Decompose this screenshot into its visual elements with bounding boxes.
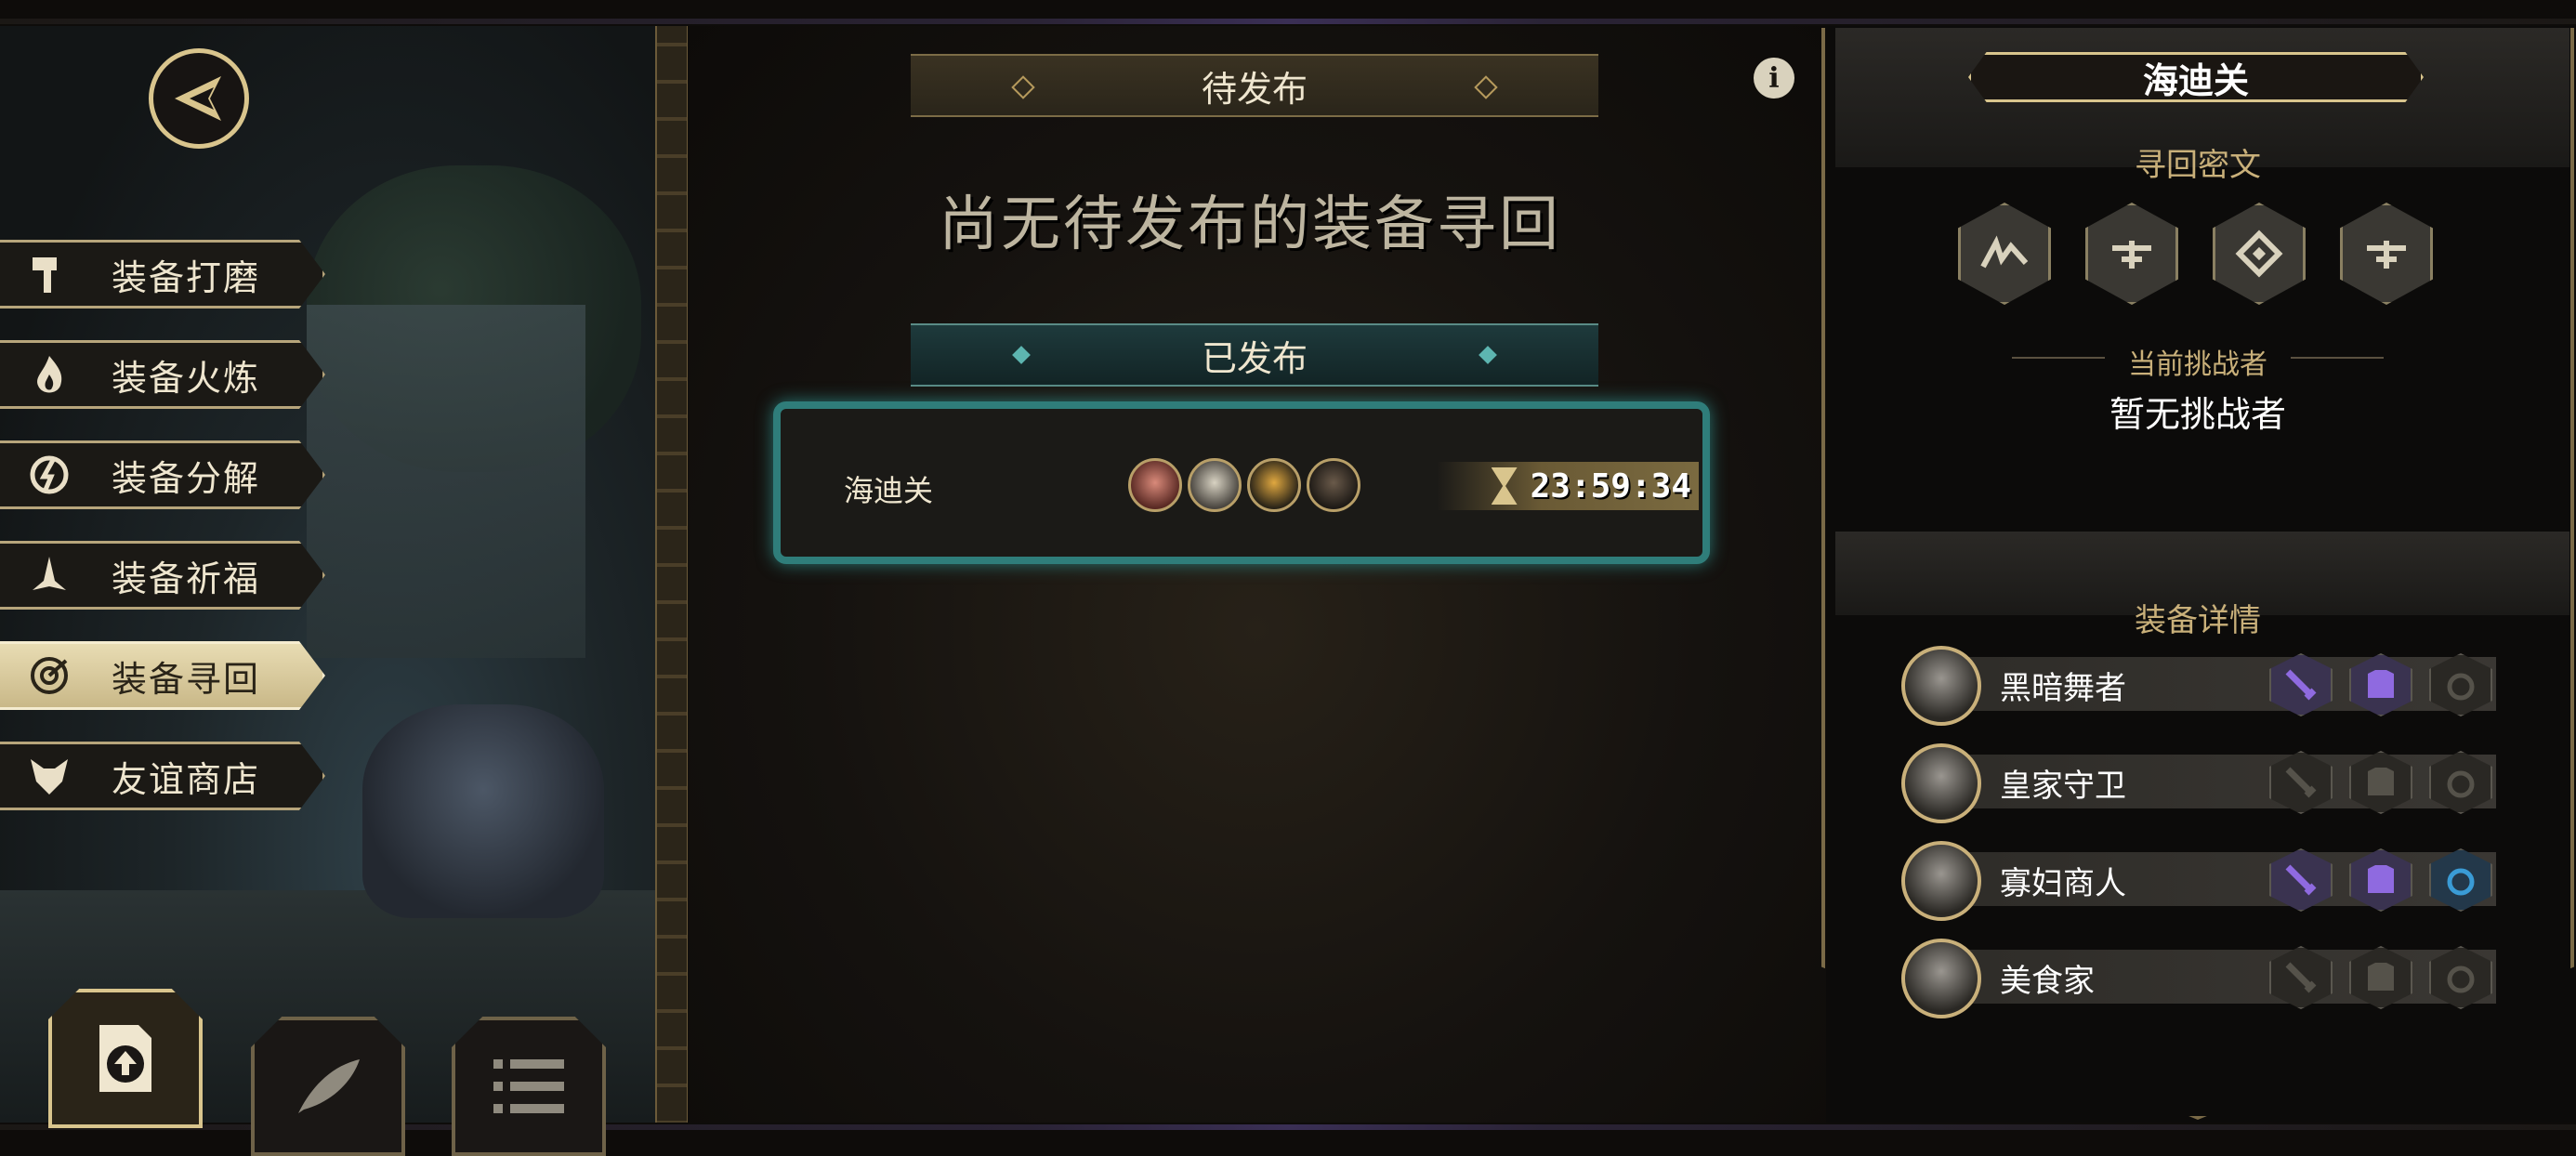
pending-banner: 待发布 [911, 54, 1598, 117]
ring-icon [2447, 770, 2475, 798]
rat-hero-portrait [1128, 458, 1182, 512]
published-title: 已发布 [1201, 337, 1308, 379]
bird-hero-portrait [1247, 458, 1301, 512]
feather-button[interactable] [251, 1017, 405, 1156]
sword-icon [2285, 864, 2317, 896]
hero-row[interactable]: 黑暗舞者 [1901, 646, 2496, 726]
challenger-label: 当前挑战者 [2128, 348, 2267, 381]
published-banner: 已发布 [911, 323, 1598, 387]
sword-icon [2285, 962, 2317, 993]
info-icon: i [1768, 61, 1780, 95]
sword-icon [2285, 669, 2317, 701]
countdown-box: 23:59:34 [1437, 462, 1699, 510]
menu-item-label: 装备分解 [112, 457, 261, 499]
disassemble-icon [22, 448, 76, 502]
hero-portrait [1901, 646, 1981, 726]
armor-icon [2368, 865, 2394, 893]
upload-button[interactable] [48, 989, 203, 1128]
ring-icon [2447, 868, 2475, 896]
ornamental-divider [655, 26, 689, 1123]
wolf-hero-portrait [1307, 458, 1360, 512]
scene-cloaked-figure [362, 704, 604, 918]
location-title: 海迪关 [1968, 52, 2424, 102]
countdown-timer: 23:59:34 [1530, 466, 1691, 506]
hero-name: 皇家守卫 [2000, 768, 2126, 805]
menu-item-bless[interactable]: 装备祈福 [0, 541, 325, 610]
menu-item-label: 装备寻回 [112, 658, 261, 700]
hero-row[interactable]: 皇家守卫 [1901, 743, 2496, 823]
ring-icon [2447, 673, 2475, 701]
hero-row[interactable]: 寡妇商人 [1901, 841, 2496, 921]
menu-item-retrieve[interactable]: 装备寻回 [0, 641, 325, 710]
knight-hero-portrait [1188, 458, 1242, 512]
upload-document-icon [99, 1025, 151, 1092]
sword-icon [2285, 767, 2317, 798]
hero-row[interactable]: 美食家 [1901, 939, 2496, 1018]
fox-icon [22, 749, 76, 803]
menu-item-label: 装备祈福 [112, 558, 261, 599]
list-icon [493, 1059, 564, 1113]
hero-portrait [1901, 841, 1981, 921]
menu-item-label: 装备火炼 [112, 357, 261, 399]
prayer-hands-icon [22, 548, 76, 602]
armor-icon [2368, 670, 2394, 698]
menu-item-polish[interactable]: 装备打磨 [0, 240, 325, 309]
target-icon [22, 649, 76, 703]
cipher-title: 寻回密文 [2135, 147, 2261, 184]
top-frame-line [0, 19, 2576, 24]
hourglass-icon [1491, 467, 1518, 505]
back-arrow-icon [175, 76, 221, 121]
armor-icon [2368, 768, 2394, 795]
menu-item-refine[interactable]: 装备火炼 [0, 340, 325, 409]
hammer-icon [22, 247, 76, 301]
published-entry-name: 海迪关 [844, 473, 934, 508]
feather-icon [298, 1059, 360, 1113]
diamond-ornament [1479, 346, 1497, 364]
hero-portrait [1901, 939, 1981, 1018]
list-button[interactable] [452, 1017, 606, 1156]
ring-icon [2447, 966, 2475, 993]
menu-item-label: 友谊商店 [112, 758, 261, 800]
menu-item-disassemble[interactable]: 装备分解 [0, 440, 325, 509]
scene-wall [307, 305, 585, 658]
details-title: 装备详情 [2135, 602, 2261, 639]
challenger-value: 暂无挑战者 [2109, 394, 2286, 435]
menu-item-friendship-shop[interactable]: 友谊商店 [0, 742, 325, 810]
hero-name: 美食家 [2000, 963, 2095, 1000]
back-button[interactable] [149, 48, 249, 149]
hero-portrait [1901, 743, 1981, 823]
diamond-ornament [1474, 75, 1498, 99]
flame-icon [22, 348, 76, 401]
hero-name: 寡妇商人 [2000, 865, 2126, 902]
info-button[interactable]: i [1754, 58, 1794, 99]
diamond-ornament [1011, 75, 1035, 99]
pending-empty-message: 尚无待发布的装备寻回 [939, 190, 1561, 259]
pending-title: 待发布 [1201, 68, 1308, 110]
location-title-text: 海迪关 [2142, 59, 2249, 101]
hero-name: 黑暗舞者 [2000, 670, 2126, 707]
diamond-ornament [1012, 346, 1031, 364]
menu-item-label: 装备打磨 [112, 256, 261, 298]
armor-icon [2368, 963, 2394, 991]
